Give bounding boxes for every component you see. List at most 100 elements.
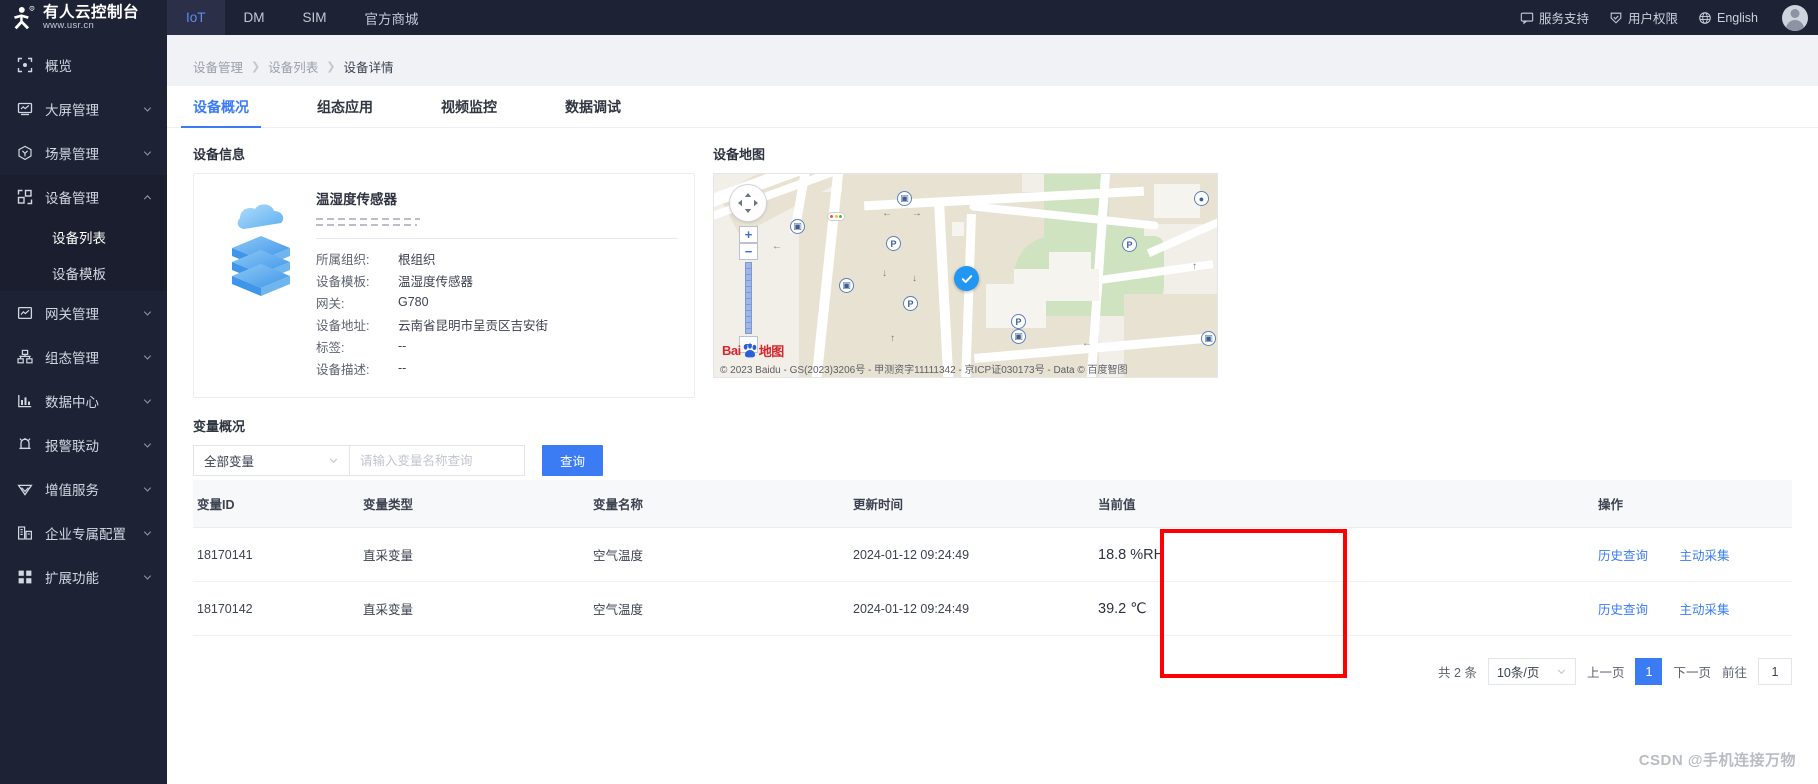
masked-line — [316, 224, 417, 226]
info-value: 云南省昆明市呈贡区吉安街 — [398, 318, 549, 333]
topnav-item-dm[interactable]: DM — [225, 0, 284, 35]
top-bar: R 有人云控制台 www.usr.cn IoT DM SIM 官方商城 服务支持… — [0, 0, 1818, 35]
page-number-1[interactable]: 1 — [1635, 658, 1663, 685]
total-count-label: 共 2 条 — [1438, 666, 1477, 680]
sidebar-label-gateway: 网关管理 — [45, 307, 99, 322]
col-header-variable-id: 变量ID — [193, 480, 363, 528]
tab-data-debug[interactable]: 数据调试 — [553, 86, 633, 127]
sidebar-item-config[interactable]: 组态管理 — [0, 335, 167, 379]
shield-icon — [1610, 12, 1622, 24]
map-zoom-slider[interactable] — [745, 262, 752, 334]
sidebar-item-extension[interactable]: 扩展功能 — [0, 555, 167, 599]
map-bus-marker[interactable]: ▣ — [790, 219, 805, 234]
sidebar-item-device-list[interactable]: 设备列表 — [0, 219, 167, 255]
cell-updated-time: 2024-01-12 09:24:49 — [853, 527, 1048, 582]
cell-variable-name: 空气温度 — [593, 581, 853, 636]
map-zoom-control[interactable]: + − − — [739, 226, 758, 353]
brand-logo-area[interactable]: R 有人云控制台 www.usr.cn — [0, 0, 167, 35]
tab-device-overview[interactable]: 设备概况 — [181, 86, 261, 128]
device-location-marker[interactable] — [954, 266, 979, 291]
chevron-down-icon — [1557, 669, 1566, 675]
device-map-title: 设备地图 — [713, 147, 766, 162]
map-bus-marker[interactable]: ▣ — [1011, 329, 1026, 344]
map-bus-marker[interactable]: ▣ — [839, 278, 854, 293]
traffic-light-icon — [827, 212, 845, 221]
page-size-value: 10条/页 — [1496, 666, 1540, 680]
brand-url: www.usr.cn — [43, 20, 95, 31]
avatar[interactable] — [1782, 4, 1808, 31]
topnav-item-iot[interactable]: IoT — [167, 0, 225, 35]
sidebar-item-screen[interactable]: 大屏管理 — [0, 87, 167, 131]
brand-name: 有人云控制台 — [43, 3, 140, 21]
next-page-button[interactable]: 下一页 — [1673, 662, 1711, 681]
device-image — [210, 188, 312, 379]
map-bus-marker[interactable]: ▣ — [897, 191, 912, 206]
chevron-down-icon — [143, 530, 152, 536]
tab-video-monitor[interactable]: 视频监控 — [429, 86, 509, 127]
sidebar-item-device[interactable]: 设备管理 — [0, 175, 167, 219]
page-size-select[interactable]: 10条/页 — [1487, 658, 1576, 685]
cell-current-value: 18.8 %RH — [1048, 527, 1408, 582]
sidebar-label-data: 数据中心 — [45, 395, 99, 410]
sensor-device-icon — [232, 204, 290, 296]
table-row: 18170142 直采变量 空气温度 2024-01-12 09:24:49 3… — [193, 581, 1792, 636]
info-row-tag: 标签: -- — [316, 335, 678, 357]
variable-type-select[interactable]: 全部变量 — [193, 445, 350, 476]
sidebar-label-alarm: 报警联动 — [45, 439, 99, 454]
sidebar-label-extension: 扩展功能 — [45, 571, 99, 586]
info-row-template: 设备模板: 温湿度传感器 — [316, 269, 678, 291]
topnav-item-sim[interactable]: SIM — [284, 0, 346, 35]
manual-collect-link[interactable]: 主动采集 — [1680, 549, 1730, 563]
variable-type-value: 全部变量 — [204, 455, 255, 469]
chevron-down-icon — [143, 486, 152, 492]
prev-page-button[interactable]: 上一页 — [1587, 662, 1625, 681]
map-parking-marker[interactable]: P — [1011, 314, 1026, 329]
map-parking-marker[interactable]: P — [903, 296, 918, 311]
manual-collect-link[interactable]: 主动采集 — [1680, 603, 1730, 617]
permissions-link[interactable]: 用户权限 — [1609, 8, 1678, 27]
baidu-map-logo: Bai 地图 — [722, 342, 784, 359]
history-query-link[interactable]: 历史查询 — [1598, 603, 1648, 617]
language-switch[interactable]: English — [1698, 11, 1758, 25]
map-zoom-in-button[interactable]: + — [739, 226, 758, 243]
map-attribution: © 2023 Baidu - GS(2023)3206号 - 甲测资字11111… — [720, 365, 1128, 376]
current-value-text: 18.8 %RH — [1098, 546, 1165, 563]
map-pan-control[interactable] — [729, 184, 767, 222]
goto-label: 前往 — [1721, 666, 1747, 680]
map-parking-marker[interactable]: P — [886, 236, 901, 251]
breadcrumb-item-device-mgmt[interactable]: 设备管理 — [193, 57, 243, 76]
sidebar-item-enterprise[interactable]: 企业专属配置 — [0, 511, 167, 555]
breadcrumb-item-device-list[interactable]: 设备列表 — [268, 57, 318, 76]
device-map[interactable]: + − − ▣ ▣ ▣ ▣ ▣ P P — [713, 173, 1218, 378]
sidebar-item-data[interactable]: 数据中心 — [0, 379, 167, 423]
map-zoom-level-button[interactable]: − — [739, 243, 758, 260]
history-query-link[interactable]: 历史查询 — [1598, 549, 1648, 563]
topnav-item-shop[interactable]: 官方商城 — [346, 0, 438, 35]
sidebar-item-overview[interactable]: 概览 — [0, 43, 167, 87]
data-icon — [16, 393, 33, 410]
sidebar-label-value-service: 增值服务 — [45, 483, 99, 498]
device-info-card: 温湿度传感器 所属组织: 根组织 设备模板: 温湿度传感器 网关: G780 设… — [193, 173, 695, 398]
map-poi-marker[interactable]: ● — [1194, 191, 1209, 206]
goto-page-input[interactable] — [1758, 658, 1792, 685]
variables-table-body: 18170141 直采变量 空气温度 2024-01-12 09:24:49 1… — [193, 527, 1792, 636]
breadcrumb-separator: ❯ — [251, 60, 261, 73]
variable-search-input[interactable] — [350, 445, 525, 476]
tab-config-app[interactable]: 组态应用 — [305, 86, 385, 127]
support-link[interactable]: 服务支持 — [1520, 8, 1589, 27]
gateway-icon — [16, 305, 33, 322]
breadcrumb-item-device-detail: 设备详情 — [343, 60, 394, 75]
sidebar-item-scene[interactable]: 场景管理 — [0, 131, 167, 175]
sidebar-item-value-service[interactable]: 增值服务 — [0, 467, 167, 511]
chevron-up-icon — [143, 194, 152, 200]
col-header-variable-type: 变量类型 — [363, 480, 593, 528]
query-button[interactable]: 查询 — [542, 445, 604, 476]
sidebar-item-gateway[interactable]: 网关管理 — [0, 291, 167, 335]
info-value: G780 — [398, 295, 429, 309]
device-map-column: 设备地图 + − ▣ ▣ ▣ ▣ ▣ P P P P ● ← → ← ↓ ↓ ↑… — [713, 128, 1218, 378]
map-bus-marker[interactable]: ▣ — [1201, 331, 1216, 346]
sidebar-item-alarm[interactable]: 报警联动 — [0, 423, 167, 467]
sidebar-item-device-template[interactable]: 设备模板 — [0, 255, 167, 291]
map-parking-marker[interactable]: P — [1122, 237, 1137, 252]
device-info-column: 设备信息 温湿度传感器 所属组织: 根组织 设备模板: 温湿度传感器 网关: G… — [193, 128, 695, 398]
